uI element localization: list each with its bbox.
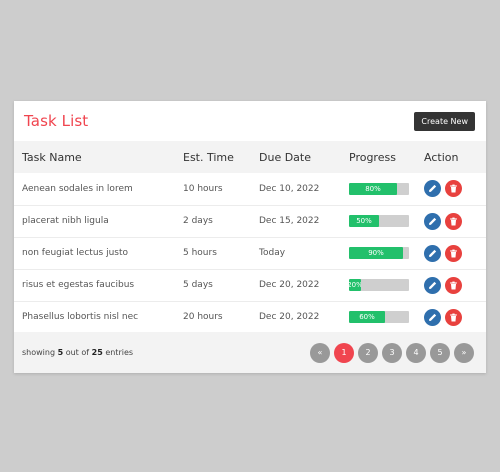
progress-cell: 90% (349, 237, 424, 269)
shown-count: 5 (57, 348, 64, 357)
edit-button[interactable] (424, 276, 441, 294)
est-time: 5 hours (183, 248, 217, 258)
task-name: placerat nibh ligula (22, 216, 109, 226)
trash-icon (449, 281, 458, 290)
progress-bar: 50% (349, 215, 409, 227)
progress-label: 60% (359, 313, 375, 321)
task-name: Aenean sodales in lorem (22, 183, 133, 194)
edit-button[interactable] (424, 212, 441, 230)
est-time: 2 days (183, 216, 213, 226)
action-cell (424, 301, 486, 333)
column-header-action: Action (424, 150, 459, 164)
action-cell (424, 237, 486, 269)
progress-bar: 80% (349, 182, 409, 195)
column-header-due-date[interactable]: Due Date (259, 141, 349, 173)
column-header-task-name[interactable]: Task Name (14, 141, 183, 173)
next-page-button[interactable]: » (454, 342, 474, 363)
out-of-label: out of (65, 348, 90, 357)
edit-button[interactable] (424, 180, 441, 198)
delete-button[interactable] (445, 308, 462, 326)
page-button-1[interactable]: 1 (334, 342, 354, 363)
showing-prefix: showing (22, 348, 56, 357)
page-button-5[interactable]: 5 (430, 342, 450, 363)
progress-bar: 90% (349, 247, 409, 259)
progress-cell: 80% (349, 173, 424, 205)
trash-icon (449, 217, 458, 226)
progress-label: 20% (349, 281, 361, 289)
entries-label: entries (105, 348, 134, 357)
page-title: Task List (24, 112, 89, 130)
progress-label: 80% (365, 184, 381, 193)
table-row: Aenean sodales in lorem 10 hours Dec 10, 2… (14, 173, 486, 205)
delete-button[interactable] (445, 276, 462, 294)
est-time: 20 hours (183, 312, 223, 322)
prev-page-button[interactable]: « (310, 342, 330, 363)
table-row: non feugiat lectus justo 5 hours Today 90% (14, 237, 486, 269)
delete-button[interactable] (445, 212, 462, 230)
progress-bar: 20% (349, 279, 409, 291)
progress-bar: 60% (349, 311, 409, 323)
entries-summary: showing 5 out of 25 entries (22, 348, 133, 357)
delete-button[interactable] (445, 180, 462, 198)
page-button-4[interactable]: 4 (406, 342, 426, 363)
progress-cell: 60% (349, 301, 424, 333)
delete-button[interactable] (445, 244, 462, 262)
column-header-est-time[interactable]: Est. Time (183, 141, 259, 173)
edit-button[interactable] (424, 244, 441, 262)
page-button-2[interactable]: 2 (358, 342, 378, 363)
progress-label: 90% (368, 249, 384, 257)
pagination: « 1 2 3 4 5 » (310, 342, 474, 363)
due-date: Today (259, 248, 286, 258)
trash-icon (449, 313, 458, 322)
total-count: 25 (91, 348, 103, 357)
table-row: placerat nibh ligula 2 days Dec 15, 2022 50… (14, 205, 486, 237)
pencil-icon (428, 249, 437, 258)
action-cell (424, 269, 486, 301)
table-footer: showing 5 out of 25 entries « 1 2 3 4 5 … (14, 332, 486, 373)
task-list-card: Task List Create New Task Name Est. Time… (14, 101, 486, 373)
task-name: risus et egestas faucibus (22, 280, 135, 290)
due-date: Dec 20, 2022 (259, 280, 320, 290)
trash-icon (449, 184, 458, 193)
pencil-icon (428, 184, 437, 193)
table-header-row: Task Name Est. Time Due Date Progress Ac… (14, 141, 486, 173)
est-time: 5 days (183, 280, 213, 290)
task-name: Phasellus lobortis nisl nec (22, 312, 139, 322)
table-row: Phasellus lobortis nisl nec 20 hours Dec 2… (14, 301, 486, 333)
progress-cell: 50% (349, 205, 424, 237)
pencil-icon (428, 217, 437, 226)
est-time: 10 hours (183, 183, 223, 194)
card-header: Task List Create New (14, 101, 486, 141)
pencil-icon (428, 281, 437, 290)
action-cell (424, 205, 486, 237)
pencil-icon (428, 313, 437, 322)
trash-icon (449, 249, 458, 258)
task-name: non feugiat lectus justo (22, 248, 129, 258)
task-table: Task Name Est. Time Due Date Progress Ac… (14, 141, 486, 334)
column-header-progress[interactable]: Progress (349, 141, 424, 173)
page-button-3[interactable]: 3 (382, 342, 402, 363)
progress-label: 50% (356, 217, 372, 225)
edit-button[interactable] (424, 308, 441, 326)
due-date: Dec 15, 2022 (259, 216, 320, 226)
table-row: risus et egestas faucibus 5 days Dec 20, 2… (14, 269, 486, 301)
create-new-button[interactable]: Create New (414, 111, 475, 131)
due-date: Dec 10, 2022 (259, 183, 320, 194)
action-cell (424, 173, 486, 205)
due-date: Dec 20, 2022 (259, 312, 320, 322)
progress-cell: 20% (349, 269, 424, 301)
